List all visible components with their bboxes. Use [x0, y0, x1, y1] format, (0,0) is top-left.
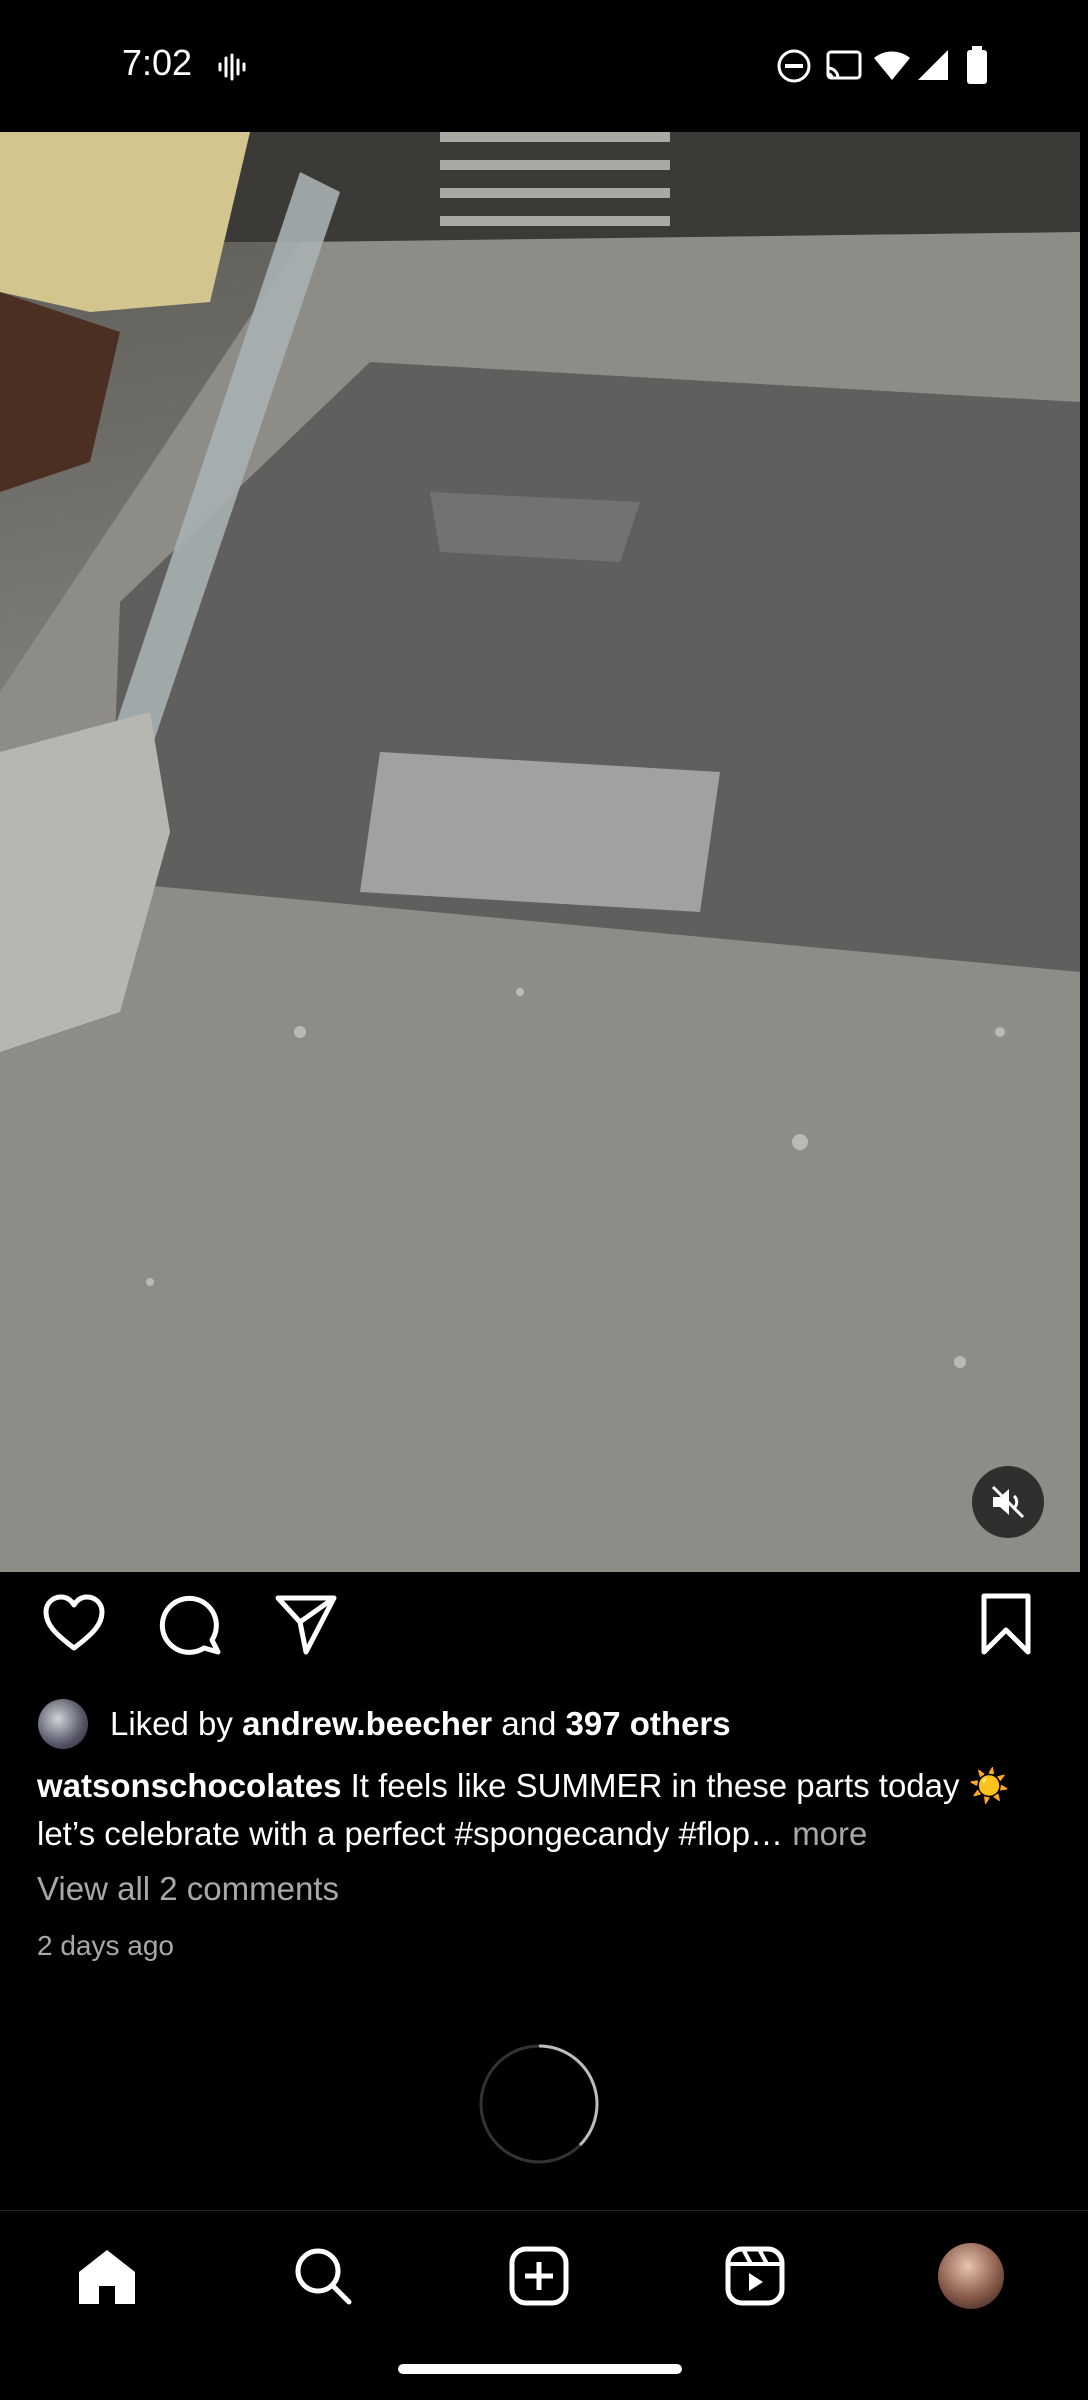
view-comments-link[interactable]: View all 2 comments [37, 1870, 339, 1908]
bottom-nav [0, 2210, 1088, 2341]
nav-profile[interactable] [938, 2243, 1004, 2309]
and-label: and [501, 1705, 557, 1742]
status-time: 7:02 [122, 42, 193, 83]
post-caption: watsonschocolates It feels like SUMMER i… [37, 1762, 1057, 1858]
nav-home[interactable] [74, 2243, 140, 2309]
signal-icon [918, 50, 948, 80]
share-icon[interactable] [272, 1590, 340, 1658]
caption-more-link[interactable]: more [792, 1815, 867, 1852]
bookmark-icon[interactable] [972, 1590, 1040, 1658]
post-actions [0, 1590, 1088, 1674]
home-indicator[interactable] [398, 2364, 682, 2374]
home-icon [79, 2250, 135, 2304]
likes-summary[interactable]: Liked by andrew.beecher and 397 others [38, 1696, 731, 1752]
profile-avatar [938, 2243, 1004, 2309]
wifi-icon [874, 51, 910, 80]
comment-icon[interactable] [156, 1590, 224, 1658]
liker-avatar [38, 1699, 88, 1749]
likes-count[interactable]: 397 others [566, 1705, 731, 1743]
nav-create[interactable] [506, 2243, 572, 2309]
loading-spinner-icon [479, 2044, 599, 2164]
liked-by-label: Liked by [110, 1705, 233, 1742]
nav-reels[interactable] [722, 2243, 788, 2309]
caption-username[interactable]: watsonschocolates [37, 1767, 341, 1804]
post-timestamp: 2 days ago [37, 1930, 174, 1961]
post-video[interactable] [0, 132, 1080, 1572]
cast-icon [826, 50, 862, 80]
dnd-icon [777, 49, 811, 83]
muted-speaker-icon [991, 1485, 1025, 1519]
mute-toggle[interactable] [972, 1466, 1044, 1538]
battery-icon [967, 46, 987, 84]
status-bar: 7:02 [0, 0, 1088, 132]
reels-icon [725, 2246, 785, 2306]
heart-icon[interactable] [40, 1590, 108, 1658]
nav-search[interactable] [290, 2243, 356, 2309]
voice-wave-icon [218, 53, 246, 81]
create-icon [509, 2246, 569, 2306]
search-icon [295, 2248, 352, 2305]
liker-username[interactable]: andrew.beecher [242, 1705, 492, 1743]
video-frame [0, 132, 1080, 1572]
